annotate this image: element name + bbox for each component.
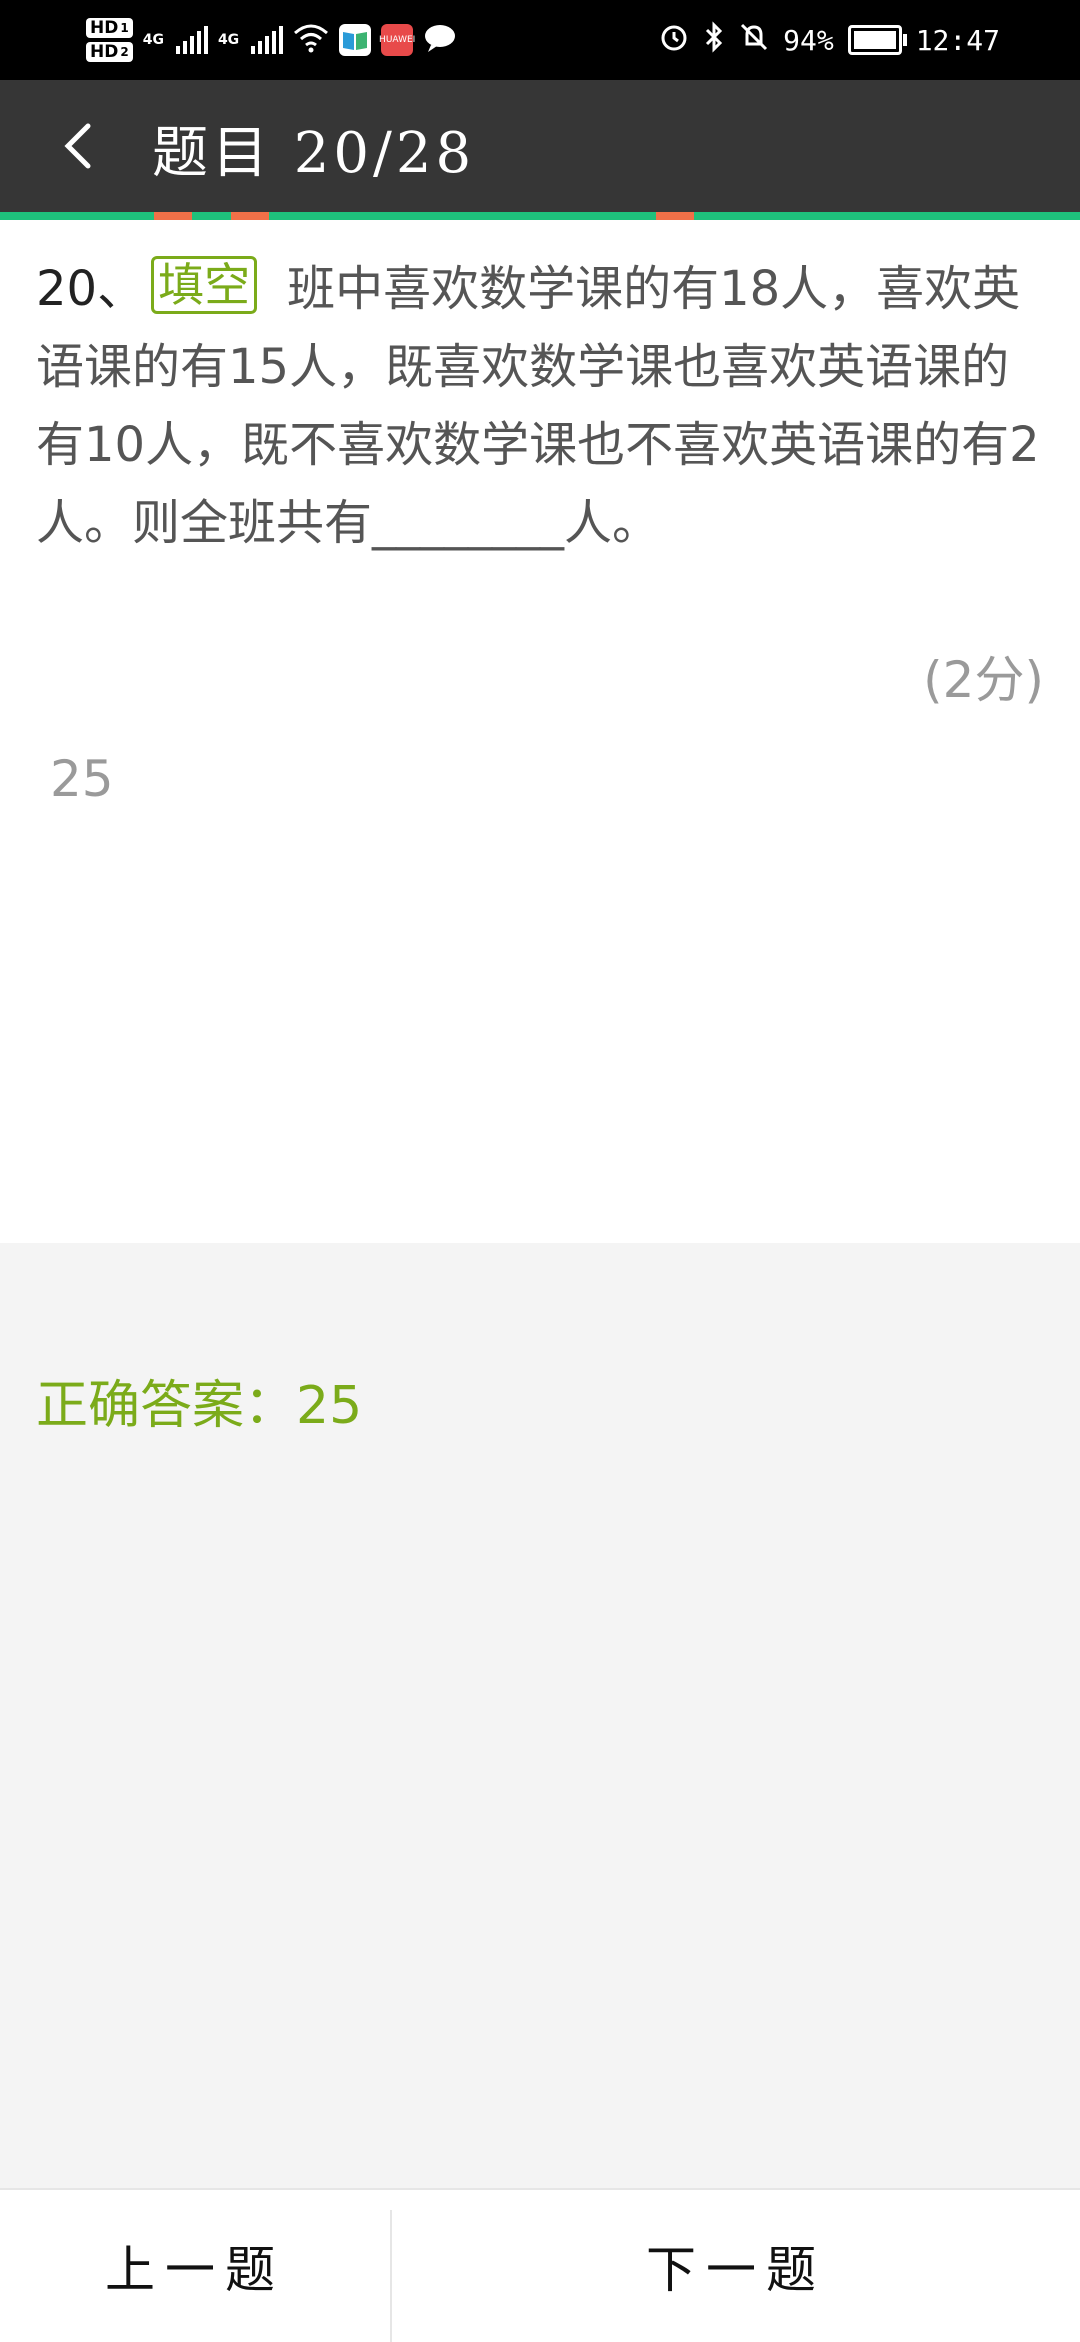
hd2-badge: HD 2: [86, 42, 133, 62]
hd1-badge: HD 1: [86, 18, 133, 38]
question-type-tag: 填空: [151, 256, 258, 314]
answer-panel: 正确答案：25: [0, 1243, 1080, 2188]
question-number: 20、: [36, 261, 146, 317]
correct-answer-value: 25: [296, 1376, 363, 1436]
hd-indicators: HD 1 HD 2: [86, 18, 133, 62]
question-card: 20、 填空 班中喜欢数学课的有18人，喜欢英语课的有15人，既喜欢数学课也喜欢英语…: [0, 220, 1080, 1243]
bluetooth-icon: [703, 20, 725, 60]
page-title: 题目 20/28: [152, 121, 476, 186]
battery-icon: [847, 25, 907, 55]
next-question-button[interactable]: 下一题: [392, 2190, 1080, 2342]
network-type-1: 4G: [142, 32, 164, 48]
status-bar: HD 1 HD 2 4G 4G HUAWEI 94% 12:47: [0, 0, 1080, 80]
mute-bell-icon: [739, 22, 769, 59]
question-score: (2分): [923, 651, 1044, 709]
user-answer: 25: [50, 750, 114, 808]
previous-question-button[interactable]: 上一题: [0, 2190, 390, 2342]
correct-answer: 正确答案：25: [36, 1363, 362, 1438]
status-left: HD 1 HD 2 4G 4G HUAWEI: [86, 10, 457, 70]
chat-icon: [423, 23, 457, 57]
progress-marker: [231, 212, 269, 220]
app-header: 题目 20/28: [0, 80, 1080, 212]
network-type-2: 4G: [217, 32, 240, 48]
progress-marker: [656, 212, 694, 220]
chevron-left-icon: [64, 123, 91, 169]
back-button[interactable]: [50, 116, 110, 176]
bottom-navigation: 上一题 下一题: [0, 2188, 1080, 2342]
clock: 12:47: [915, 23, 1000, 57]
correct-answer-label: 正确答案：: [36, 1376, 297, 1436]
battery-percent: 94%: [783, 23, 834, 57]
wifi-icon: [293, 23, 329, 57]
signal-icon-2: [251, 26, 284, 54]
huawei-store-icon: HUAWEI: [379, 24, 415, 56]
signal-icon: [175, 26, 208, 54]
book-app-icon: [339, 24, 372, 56]
question-text-block: 20、 填空 班中喜欢数学课的有18人，喜欢英语课的有15人，既喜欢数学课也喜欢英语…: [36, 250, 1046, 562]
progress-marker: [154, 212, 192, 220]
status-right: 94% 12:47: [659, 10, 1000, 70]
alarm-icon: [659, 22, 689, 59]
